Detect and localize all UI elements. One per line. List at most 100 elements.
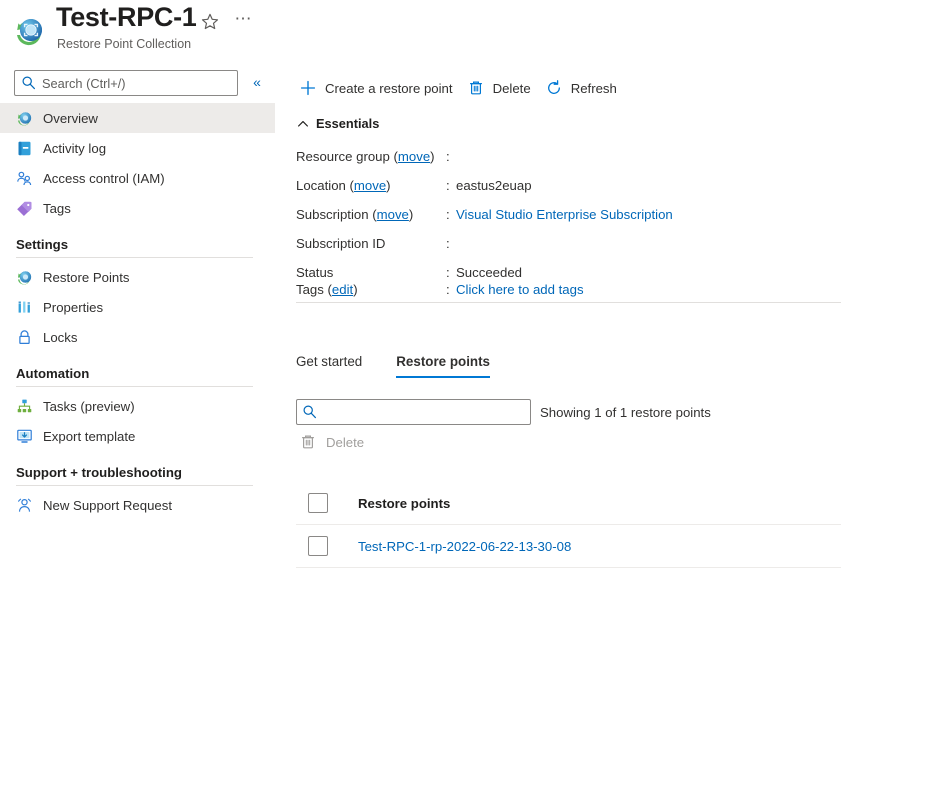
sidebar: « Overview	[0, 62, 275, 804]
essentials-label: Essentials	[316, 116, 380, 131]
sidebar-item-label: Overview	[43, 110, 98, 126]
sidebar-group-title: Support + troubleshooting	[16, 465, 182, 480]
essentials-key-text: Resource group	[296, 149, 390, 164]
ellipsis-icon[interactable]: ⋯	[232, 10, 254, 30]
sidebar-group-title: Settings	[16, 237, 69, 252]
chevron-up-icon	[296, 117, 310, 131]
tasks-icon	[16, 398, 33, 415]
essentials-key: Tags (edit)	[296, 281, 358, 297]
sidebar-item-label: New Support Request	[43, 497, 173, 513]
sidebar-item-new-support-request[interactable]: New Support Request	[0, 490, 275, 520]
sidebar-item-label: Access control (IAM)	[43, 170, 165, 186]
essentials-list: Resource group (move) : Location (move) …	[296, 142, 841, 287]
move-link[interactable]: move	[398, 149, 430, 164]
essentials-key: Resource group (move)	[296, 149, 435, 164]
showing-count-label: Showing 1 of 1 restore points	[540, 404, 711, 420]
divider	[16, 257, 253, 258]
sidebar-item-tags[interactable]: Tags	[0, 193, 275, 223]
sidebar-item-overview[interactable]: Overview	[0, 103, 275, 133]
support-request-icon	[16, 497, 33, 514]
restore-points-table: Restore points Test-RPC-1-rp-2022-06-22-…	[296, 482, 841, 568]
create-restore-point-button[interactable]: Create a restore point	[296, 74, 464, 102]
essentials-row-tags: Tags (edit) : Click here to add tags	[296, 276, 584, 302]
row-select-cell	[296, 536, 358, 556]
sidebar-item-restore-points[interactable]: Restore Points	[0, 262, 275, 292]
essentials-key: Location (move)	[296, 178, 391, 193]
tags-icon	[16, 200, 33, 217]
delete-button[interactable]: Delete	[464, 74, 542, 102]
essentials-row-subscription-id: Subscription ID :	[296, 229, 841, 258]
sidebar-item-export-template[interactable]: Export template	[0, 421, 275, 451]
properties-icon	[16, 299, 33, 316]
essentials-value-subscription[interactable]: Visual Studio Enterprise Subscription	[456, 207, 673, 222]
move-link[interactable]: move	[377, 207, 409, 222]
edit-tags-link[interactable]: edit	[332, 282, 353, 297]
list-filter-row: Showing 1 of 1 restore points	[296, 399, 711, 425]
essentials-key-text: Subscription	[296, 207, 369, 222]
colon: :	[446, 281, 450, 297]
list-delete-button[interactable]: Delete	[298, 432, 364, 452]
azure-portal-resource-blade: Test-RPC-1 ⋯ Restore Point Collection «	[0, 0, 935, 804]
restore-points-icon	[16, 269, 33, 286]
export-template-icon	[16, 428, 33, 445]
overview-icon	[16, 110, 33, 127]
essentials-row-location: Location (move) : eastus2euap	[296, 171, 841, 200]
restore-point-link[interactable]: Test-RPC-1-rp-2022-06-22-13-30-08	[358, 539, 571, 554]
trash-icon	[298, 432, 318, 452]
star-icon[interactable]	[200, 12, 220, 32]
essentials-key-text: Subscription ID	[296, 236, 386, 251]
sidebar-item-properties[interactable]: Properties	[0, 292, 275, 322]
sidebar-item-label: Locks	[43, 329, 78, 345]
command-bar: Create a restore point Delete Refresh	[296, 74, 628, 102]
refresh-label: Refresh	[570, 80, 617, 96]
tab-restore-points[interactable]: Restore points	[396, 354, 504, 378]
filter-input[interactable]	[296, 399, 531, 425]
sidebar-item-label: Export template	[43, 428, 136, 444]
essentials-key: Subscription (move)	[296, 207, 414, 222]
essentials-row-subscription: Subscription (move) : Visual Studio Ente…	[296, 200, 841, 229]
move-link[interactable]: move	[354, 178, 386, 193]
row-checkbox[interactable]	[308, 536, 328, 556]
add-tags-link[interactable]: Click here to add tags	[456, 282, 584, 297]
divider	[16, 485, 253, 486]
essentials-key-text: Location	[296, 178, 346, 193]
main-content: Create a restore point Delete Refresh Es…	[296, 62, 935, 804]
trash-icon	[466, 78, 486, 98]
access-control-icon	[16, 170, 33, 187]
sidebar-item-label: Tags	[43, 200, 71, 216]
tab-get-started[interactable]: Get started	[296, 354, 376, 378]
colon: :	[446, 178, 450, 193]
sidebar-item-locks[interactable]: Locks	[0, 322, 275, 352]
sidebar-item-access-control[interactable]: Access control (IAM)	[0, 163, 275, 193]
sidebar-item-label: Tasks (preview)	[43, 398, 135, 414]
essentials-toggle[interactable]: Essentials	[296, 116, 379, 131]
refresh-button[interactable]: Refresh	[542, 74, 628, 102]
blade-header: Test-RPC-1 ⋯ Restore Point Collection	[0, 0, 935, 62]
sidebar-item-activity-log[interactable]: Activity log	[0, 133, 275, 163]
delete-label: Delete	[492, 80, 531, 96]
sidebar-search-wrapper	[14, 70, 238, 96]
plus-icon	[298, 78, 318, 98]
page-subtitle: Restore Point Collection	[57, 37, 192, 51]
divider	[16, 386, 253, 387]
essentials-row-resource-group: Resource group (move) :	[296, 142, 841, 171]
sidebar-group-automation: Automation	[0, 366, 275, 387]
sidebar-item-label: Restore Points	[43, 269, 130, 285]
search-input[interactable]	[14, 70, 238, 96]
divider	[296, 302, 841, 303]
sidebar-collapse-button[interactable]: «	[247, 72, 267, 92]
table-row[interactable]: Test-RPC-1-rp-2022-06-22-13-30-08	[296, 525, 841, 568]
filter-input-wrapper	[296, 399, 531, 425]
select-all-checkbox[interactable]	[308, 493, 328, 513]
create-restore-point-label: Create a restore point	[325, 80, 453, 96]
sidebar-group-title: Automation	[16, 366, 90, 381]
tab-bar: Get started Restore points	[296, 354, 524, 378]
lock-icon	[16, 329, 33, 346]
select-all-cell	[296, 493, 358, 513]
restore-point-collection-icon	[12, 14, 46, 48]
sidebar-item-tasks[interactable]: Tasks (preview)	[0, 391, 275, 421]
essentials-key-text: Tags	[296, 281, 324, 297]
essentials-key: Subscription ID	[296, 236, 446, 251]
sidebar-item-label: Properties	[43, 299, 104, 315]
essentials-value-location: eastus2euap	[456, 178, 532, 193]
